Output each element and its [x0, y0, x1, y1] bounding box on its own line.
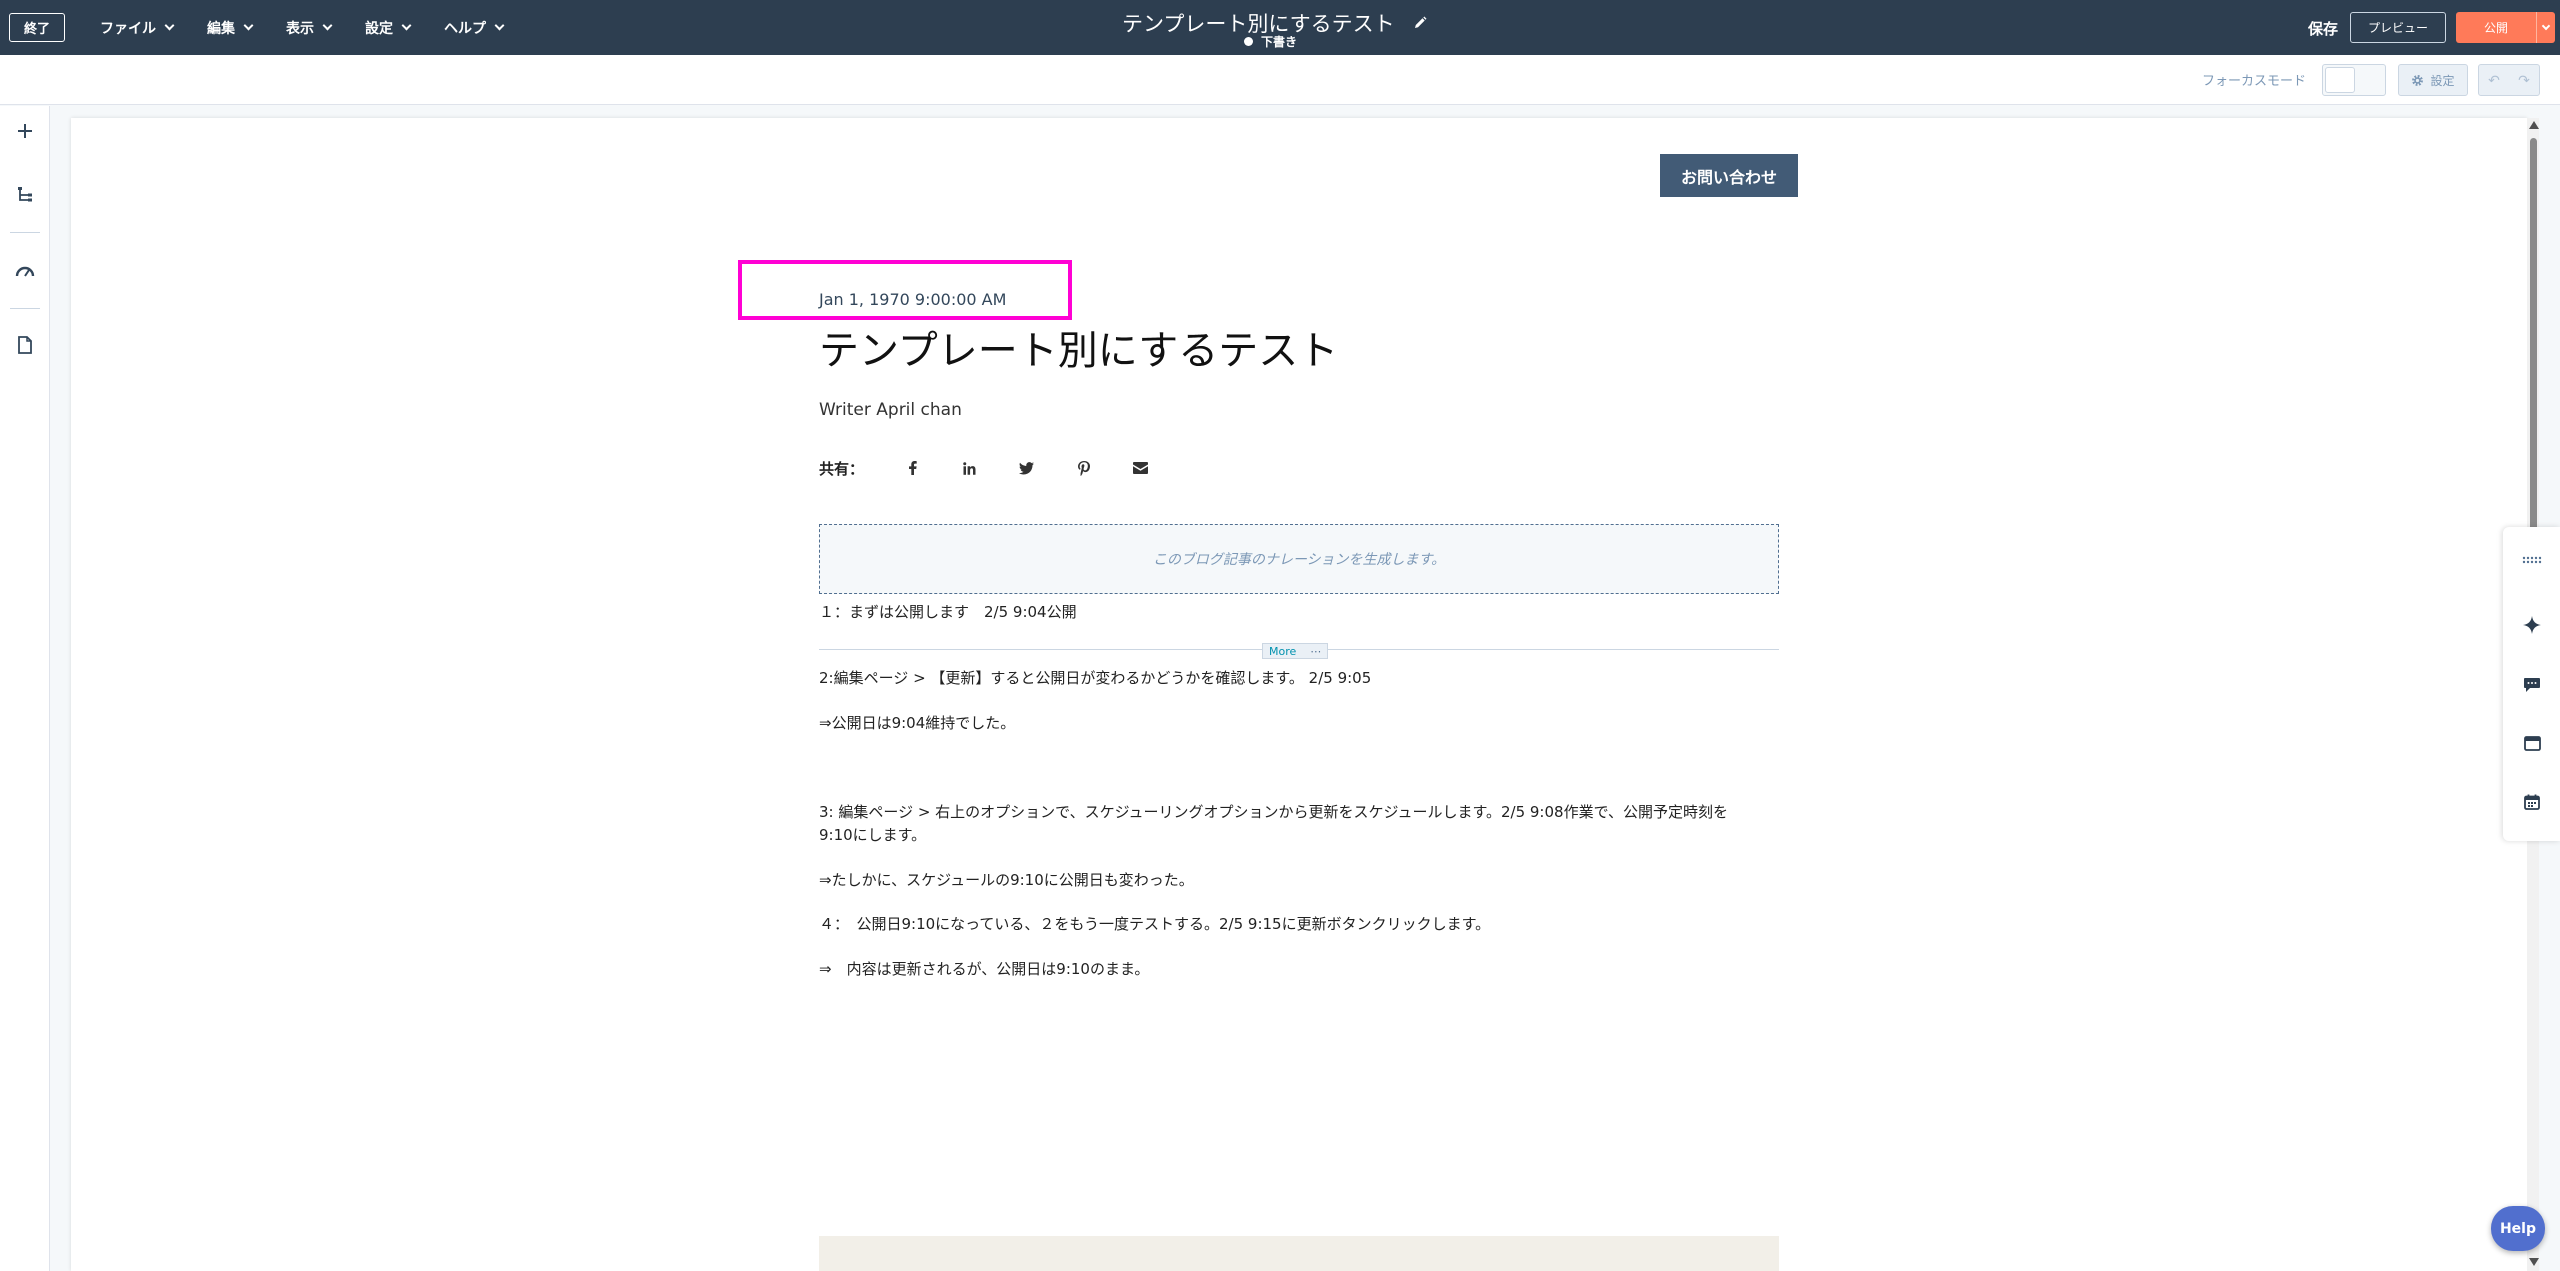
- redo-button[interactable]: ↷: [2509, 65, 2539, 95]
- sparkle-icon: [2523, 616, 2541, 634]
- browser-icon: [2523, 735, 2541, 751]
- chevron-down-icon: [401, 20, 412, 31]
- menu-view[interactable]: 表示: [286, 18, 333, 38]
- post-title[interactable]: テンプレート別にするテスト: [819, 318, 1338, 376]
- undo-button[interactable]: ↶: [2479, 65, 2509, 95]
- contact-button[interactable]: お問い合わせ: [1660, 154, 1798, 197]
- help-button[interactable]: Help: [2491, 1206, 2545, 1251]
- tree-icon: [18, 187, 32, 202]
- publish-options-button[interactable]: [2536, 12, 2555, 43]
- publish-button[interactable]: 公開: [2456, 12, 2536, 43]
- speedometer-icon: [15, 266, 35, 277]
- menu-help[interactable]: ヘルプ: [444, 18, 505, 38]
- document-icon: [18, 336, 32, 354]
- scroll-down-arrow-icon[interactable]: [2529, 1258, 2539, 1266]
- more-options-icon[interactable]: ⋯: [1310, 645, 1321, 658]
- share-label: 共有：: [819, 459, 865, 478]
- menu-edit-label: 編集: [207, 19, 235, 36]
- narration-module[interactable]: このブログ記事のナレーションを生成します。: [819, 524, 1779, 594]
- draft-status: 下書き: [1244, 33, 1297, 50]
- status-dot-icon: [1244, 37, 1253, 46]
- calendar-button[interactable]: [2519, 789, 2545, 815]
- add-module-button[interactable]: [12, 118, 38, 144]
- post-author: Writer April chan: [819, 400, 962, 420]
- undo-icon: ↶: [2488, 71, 2500, 88]
- comments-button[interactable]: [2519, 672, 2545, 698]
- toggle-knob: [2325, 67, 2355, 93]
- body-paragraph[interactable]: ⇒公開日は9:04維持でした。: [819, 712, 1015, 735]
- undo-redo-group: ↶ ↷: [2478, 64, 2540, 96]
- top-bar: 終了 ファイル 編集 表示 設定 ヘルプ テンプレート別にするテスト 下書き 保…: [0, 0, 2560, 55]
- gear-icon: [2412, 74, 2424, 86]
- linkedin-icon[interactable]: [941, 456, 998, 480]
- layers-button[interactable]: [12, 182, 38, 208]
- chevron-down-icon: [2541, 21, 2551, 30]
- layout-button[interactable]: [2519, 730, 2545, 756]
- menu-view-label: 表示: [286, 19, 314, 36]
- settings-button[interactable]: 設定: [2398, 64, 2468, 96]
- menu-edit[interactable]: 編集: [207, 18, 254, 38]
- body-paragraph[interactable]: 2:編集ページ > 【更新】すると公開日が変わるかどうかを確認します。 2/5 …: [819, 667, 1371, 690]
- grip-icon: [2522, 556, 2542, 564]
- main-menu: ファイル 編集 表示 設定 ヘルプ: [100, 0, 537, 55]
- menu-help-label: ヘルプ: [444, 19, 486, 36]
- chevron-down-icon: [164, 20, 175, 31]
- body-paragraph[interactable]: 3: 編集ページ > 右上のオプションで、スケジューリングオプションから更新をス…: [819, 801, 1728, 824]
- editor-canvas: お問い合わせ Jan 1, 1970 9:00:00 AM テンプレート別にする…: [71, 118, 2527, 1271]
- twitter-icon[interactable]: [998, 456, 1055, 480]
- body-paragraph[interactable]: １：まずは公開します 2/5 9:04公開: [819, 601, 1077, 624]
- rail-divider: [10, 308, 40, 309]
- rail-divider: [10, 232, 40, 233]
- scrollbar-thumb[interactable]: [2530, 138, 2537, 533]
- focus-mode-label: フォーカスモード: [2202, 74, 2307, 89]
- read-more-tag[interactable]: More ⋯: [1262, 643, 1329, 659]
- more-label: More: [1269, 644, 1297, 658]
- footer-section: [819, 1236, 1779, 1271]
- chevron-down-icon: [494, 20, 505, 31]
- facebook-icon[interactable]: [884, 456, 941, 480]
- save-button[interactable]: 保存: [2308, 18, 2338, 39]
- optimize-button[interactable]: [12, 258, 38, 284]
- menu-settings-label: 設定: [365, 19, 393, 36]
- menu-file-label: ファイル: [100, 19, 156, 36]
- body-paragraph[interactable]: ４： 公開日9:10になっている、２をもう一度テストする。2/5 9:15に更新…: [819, 913, 1490, 936]
- post-date: Jan 1, 1970 9:00:00 AM: [819, 290, 1007, 309]
- body-paragraph[interactable]: ⇒たしかに、スケジュールの9:10に公開日も変わった。: [819, 869, 1194, 892]
- preview-button[interactable]: プレビュー: [2350, 12, 2446, 43]
- plus-icon: [18, 124, 32, 138]
- email-icon[interactable]: [1112, 456, 1169, 480]
- menu-file[interactable]: ファイル: [100, 18, 175, 38]
- status-label: 下書き: [1261, 35, 1298, 49]
- drag-handle[interactable]: [2519, 547, 2545, 573]
- ai-assistant-button[interactable]: [2519, 612, 2545, 638]
- right-sidebar: [2503, 527, 2560, 841]
- left-sidebar: [0, 106, 50, 1271]
- pencil-icon[interactable]: [1413, 16, 1427, 30]
- scroll-up-arrow-icon[interactable]: [2529, 121, 2539, 129]
- calendar-icon: [2524, 794, 2540, 810]
- share-bar: 共有：: [819, 456, 1169, 480]
- editor-toolbar: フォーカスモード 設定 ↶ ↷: [0, 55, 2560, 105]
- body-paragraph[interactable]: ⇒ 内容は更新されるが、公開日は9:10のまま。: [819, 958, 1149, 981]
- chevron-down-icon: [322, 20, 333, 31]
- focus-mode-toggle[interactable]: [2322, 64, 2386, 96]
- settings-label: 設定: [2430, 73, 2455, 88]
- page-button[interactable]: [12, 332, 38, 358]
- redo-icon: ↷: [2518, 71, 2530, 88]
- body-paragraph[interactable]: 9:10にします。: [819, 824, 926, 847]
- menu-settings[interactable]: 設定: [365, 18, 412, 38]
- exit-button[interactable]: 終了: [9, 13, 66, 42]
- chevron-down-icon: [243, 20, 254, 31]
- pinterest-icon[interactable]: [1055, 456, 1112, 480]
- comment-icon: [2524, 678, 2540, 692]
